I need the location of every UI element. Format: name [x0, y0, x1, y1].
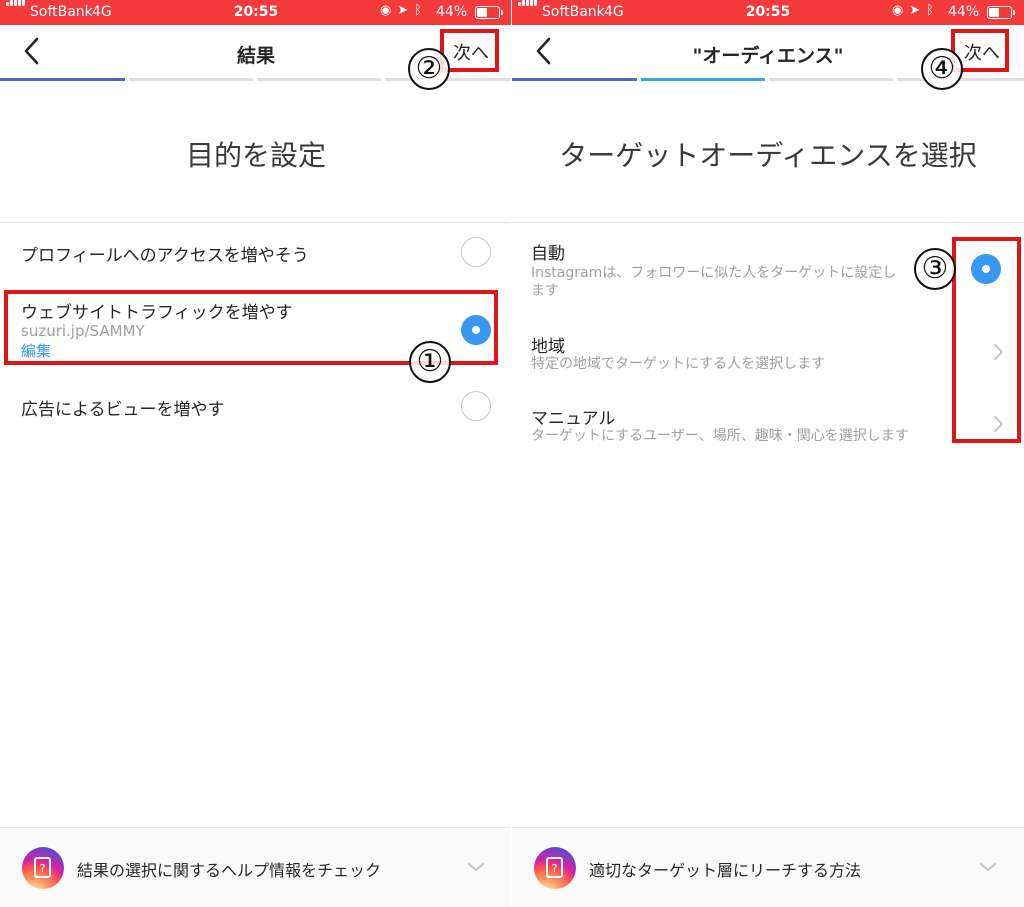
help-text: 適切なターゲット層にリーチする方法: [589, 861, 862, 880]
battery-percent: 44%: [436, 4, 468, 20]
battery-percent: 44%: [948, 4, 980, 20]
location-icon: ➤: [397, 3, 415, 18]
option-description: 特定の地域でターゲットにする人を選択します: [531, 356, 826, 372]
chevron-right-icon[interactable]: [990, 342, 1006, 362]
next-button[interactable]: 次へ: [453, 39, 489, 65]
annotation-badge-1: ①: [409, 341, 451, 383]
chevron-right-icon[interactable]: [990, 414, 1006, 434]
lock-rotation-icon: ◉: [892, 3, 910, 18]
lock-rotation-icon: ◉: [380, 3, 398, 18]
help-footer[interactable]: ? 結果の選択に関するヘルプ情報をチェック: [0, 827, 512, 907]
help-book-icon: ?: [22, 847, 64, 889]
edit-link[interactable]: 編集: [21, 340, 51, 361]
bluetooth-icon: ᛒ: [926, 3, 941, 18]
annotation-badge-2: ②: [408, 48, 450, 90]
status-bar: SoftBank 4G 20:55 ◉➤ᛒ 44%: [0, 0, 512, 25]
chevron-down-icon[interactable]: [466, 860, 486, 874]
option-manual[interactable]: マニュアル ターゲットにするユーザー、場所、趣味・関心を選択します: [512, 394, 1024, 450]
option-label: 広告によるビューを増やす: [21, 400, 225, 420]
radio-button-selected[interactable]: [971, 254, 1001, 284]
next-button[interactable]: 次へ: [964, 39, 1000, 65]
objective-screen: SoftBank 4G 20:55 ◉➤ᛒ 44% 結果 次へ 目的を設定 プロ…: [0, 0, 512, 907]
annotation-badge-3: ③: [914, 248, 956, 290]
option-description-cont: ます: [531, 283, 559, 299]
option-description: Instagramは、フォロワーに似た人をターゲットに設定し: [531, 265, 897, 281]
chevron-down-icon[interactable]: [978, 860, 998, 874]
svg-text:?: ?: [40, 862, 46, 875]
radio-button-selected[interactable]: [461, 315, 491, 345]
annotation-badge-4: ④: [921, 48, 963, 90]
option-label: ウェブサイトトラフィックを増やす: [21, 303, 293, 323]
status-bar: SoftBank 4G 20:55 ◉➤ᛒ 44%: [512, 0, 1024, 25]
option-local[interactable]: 地域 特定の地域でターゲットにする人を選択します: [512, 322, 1024, 378]
option-label: プロフィールへのアクセスを増やそう: [21, 246, 309, 266]
option-label: 自動: [531, 244, 565, 264]
help-text: 結果の選択に関するヘルプ情報をチェック: [77, 861, 382, 880]
option-profile-visits[interactable]: プロフィールへのアクセスを増やそう: [0, 225, 512, 283]
bluetooth-icon: ᛒ: [414, 3, 429, 18]
option-description: ターゲットにするユーザー、場所、趣味・関心を選択します: [531, 428, 909, 444]
divider: [0, 222, 512, 223]
divider: [512, 222, 1024, 223]
help-footer[interactable]: ? 適切なターゲット層にリーチする方法: [512, 827, 1024, 907]
svg-text:?: ?: [552, 862, 558, 875]
section-heading: 目的を設定: [185, 139, 326, 172]
help-book-icon: ?: [534, 847, 576, 889]
audience-screen: SoftBank 4G 20:55 ◉➤ᛒ 44% "オーディエンス" 次へ タ…: [512, 0, 1024, 907]
website-url: suzuri.jp/SAMMY: [21, 322, 145, 340]
radio-button[interactable]: [461, 391, 491, 421]
location-icon: ➤: [909, 3, 927, 18]
option-video-views[interactable]: 広告によるビューを増やす: [0, 378, 512, 432]
radio-button[interactable]: [461, 237, 491, 267]
battery-icon: [987, 6, 1015, 19]
battery-icon: [475, 6, 503, 19]
section-heading: ターゲットオーディエンスを選択: [559, 139, 977, 172]
